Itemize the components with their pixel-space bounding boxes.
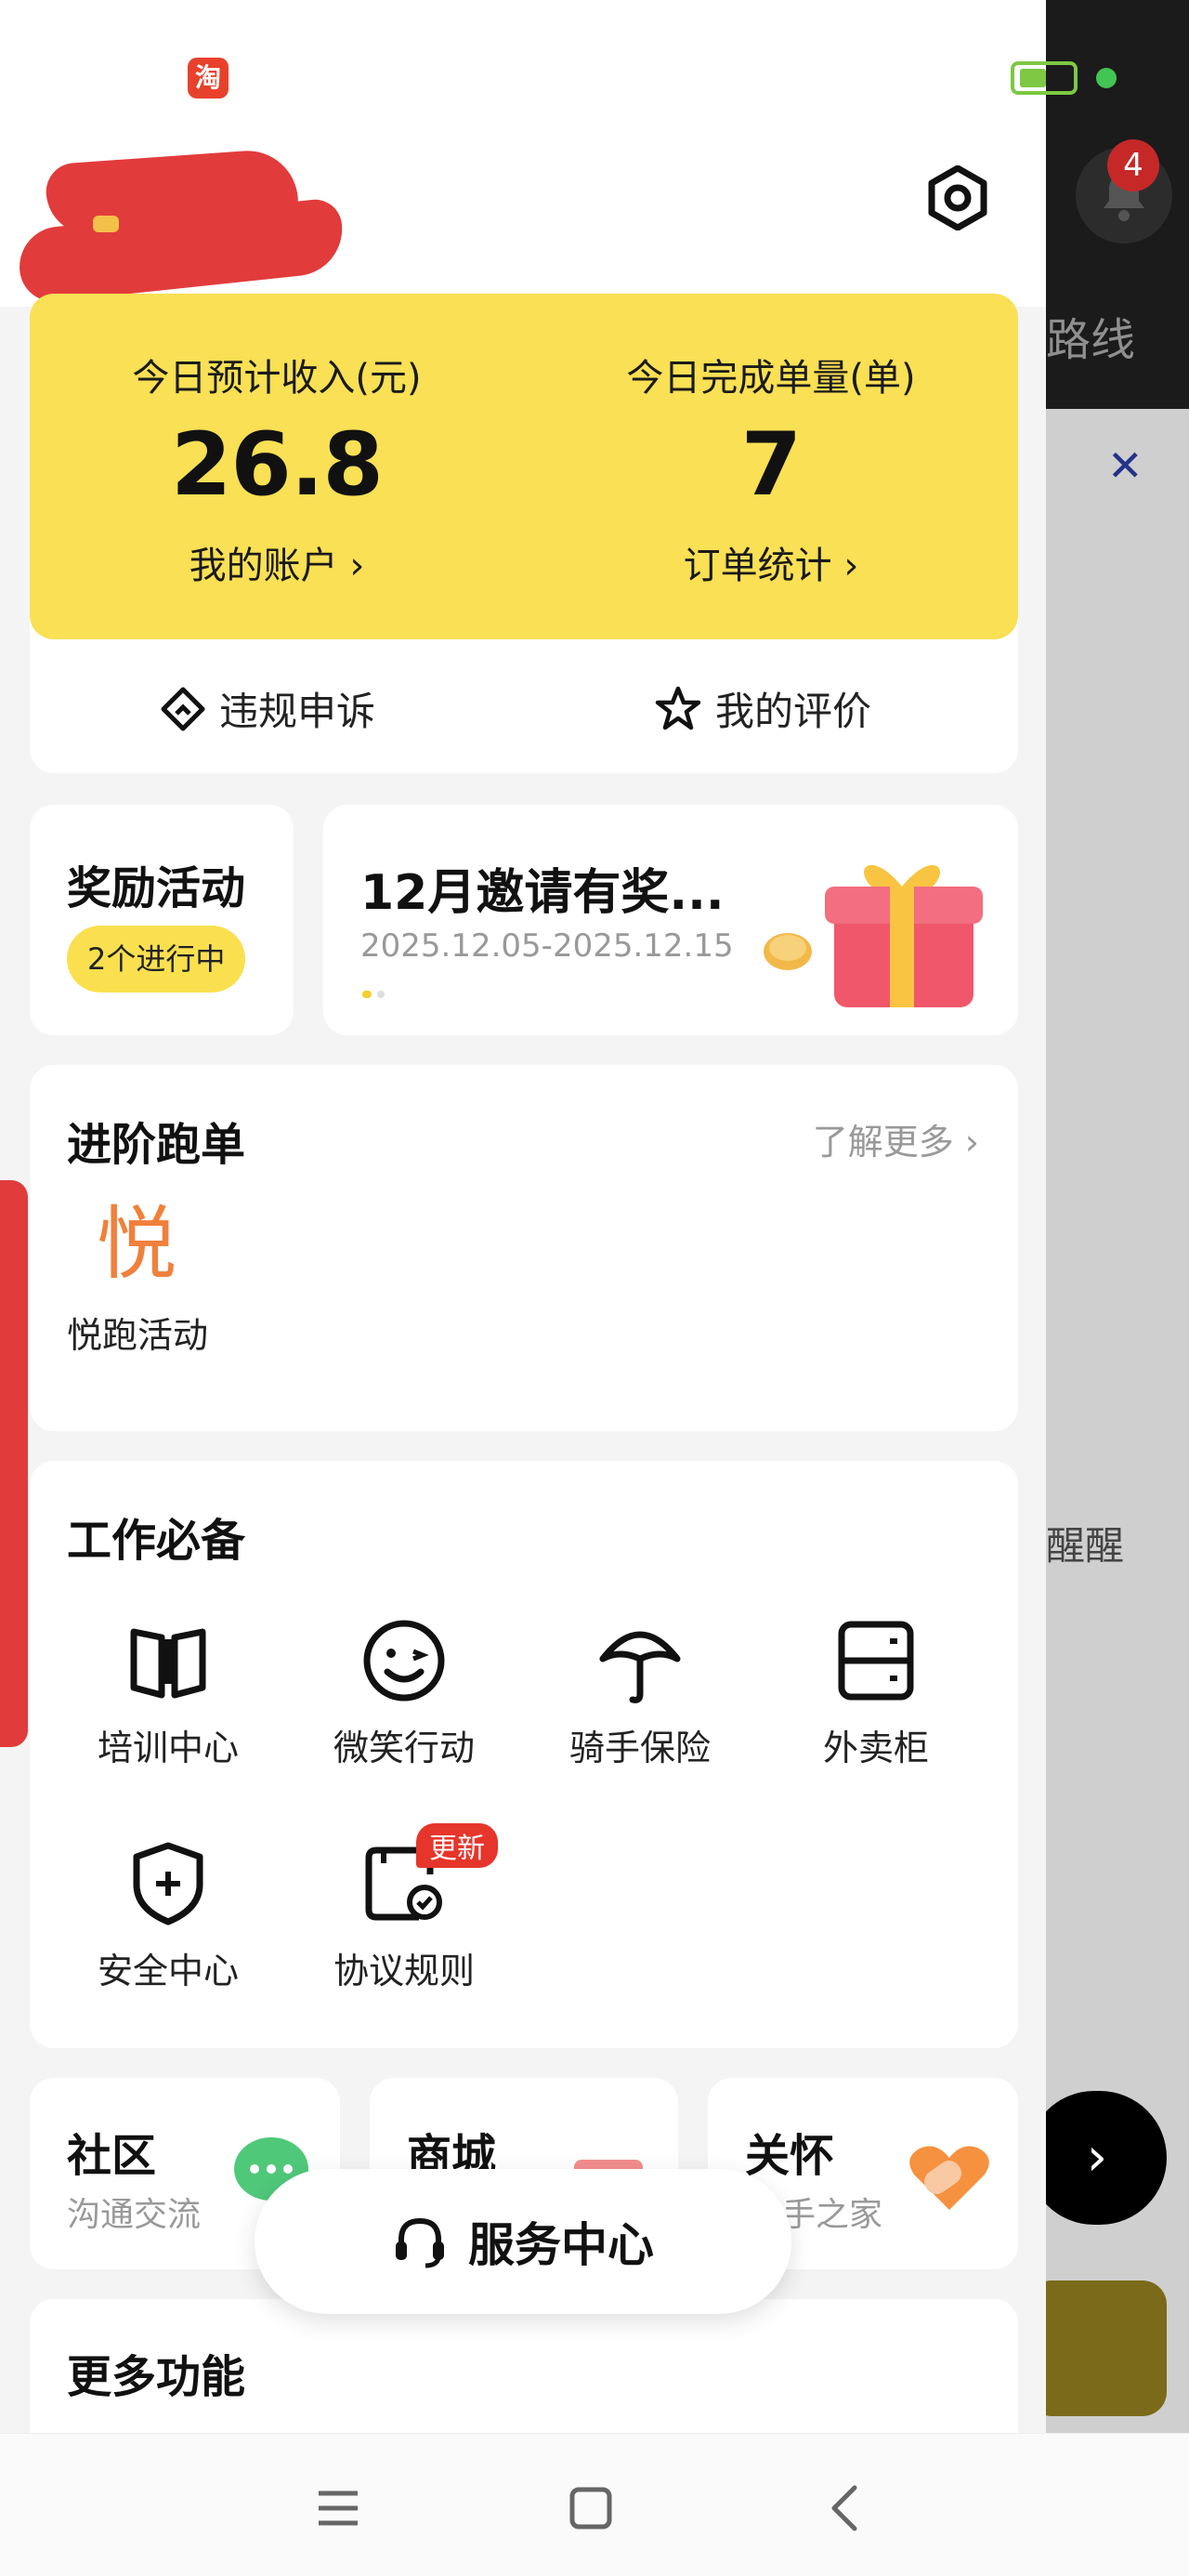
work-essentials-card: 工作必备 培训中心 微笑行动 骑手保险 外卖柜 安全中心 协议规则 更新 (30, 1461, 1018, 2048)
today-income-label: 今日预计收入(元) (132, 357, 422, 400)
home-button[interactable] (554, 2471, 628, 2545)
more-functions-title: 更多功能 (67, 2351, 246, 2403)
menu-icon (319, 2491, 358, 2526)
rewards-title: 奖励活动 (67, 862, 246, 914)
diamond-flag-icon (161, 687, 205, 730)
smile-action-item[interactable]: 微笑行动 (286, 1610, 522, 1770)
reminder-label: 醒醒 (1046, 1523, 1125, 1569)
service-center-label: 服务中心 (468, 2218, 654, 2272)
safety-center-item[interactable]: 安全中心 (50, 1833, 286, 1993)
rewards-count-badge: 2个进行中 (67, 926, 246, 992)
agreement-rules-item[interactable]: 协议规则 更新 (286, 1823, 522, 1993)
carousel-dots (362, 991, 385, 998)
today-income-value: 26.8 (171, 414, 384, 516)
yuepao-activity-item[interactable]: 悦 悦跑活动 (67, 1198, 209, 1358)
work-essentials-title: 工作必备 (67, 1515, 246, 1567)
update-badge: 更新 (416, 1823, 498, 1868)
income-summary-card: 今日预计收入(元) 26.8 我的账户 › 今日完成单量(单) 7 订单统计 › (30, 294, 1018, 639)
smile-icon (363, 1620, 445, 1702)
my-reviews-link[interactable]: 我的评价 (654, 680, 871, 737)
umbrella-icon (599, 1631, 681, 1703)
back-chevron-icon (831, 2485, 857, 2531)
community-subtitle: 沟通交流 (67, 2196, 202, 2234)
yuepao-icon: 悦 (97, 1198, 176, 1291)
promo-title: 12月邀请有奖... (360, 865, 725, 921)
delivery-locker-label: 外卖柜 (822, 1728, 929, 1768)
training-center-label: 培训中心 (97, 1728, 239, 1768)
delivery-locker-item[interactable]: 外卖柜 (758, 1610, 994, 1770)
promo-date: 2025.12.05-2025.12.15 (360, 927, 734, 965)
yuepao-label: 悦跑活动 (67, 1315, 209, 1356)
back-button[interactable] (806, 2471, 881, 2545)
care-title: 关怀 (745, 2130, 835, 2182)
system-navigation-bar (0, 2433, 1189, 2576)
today-orders-label: 今日完成单量(单) (626, 357, 916, 400)
promo-banner[interactable]: 12月邀请有奖... 2025.12.05-2025.12.15 (323, 805, 1018, 1035)
redacted-edge-mark (0, 1180, 28, 1747)
settings-icon[interactable] (925, 165, 990, 230)
care-subtitle: 手之家 (782, 2196, 883, 2234)
safety-center-label: 安全中心 (97, 1951, 239, 1991)
today-orders-value: 7 (740, 414, 802, 516)
rider-insurance-item[interactable]: 骑手保险 (522, 1610, 758, 1770)
my-reviews-label: 我的评价 (715, 689, 872, 734)
notification-count-badge: 4 (1107, 139, 1159, 191)
community-title: 社区 (67, 2130, 157, 2182)
background-action-button[interactable] (1046, 2280, 1167, 2416)
next-arrow-button[interactable]: › (1046, 2091, 1167, 2225)
book-icon (130, 1628, 206, 1699)
appeal-label: 违规申诉 (219, 689, 376, 734)
training-center-item[interactable]: 培训中心 (50, 1610, 286, 1770)
close-icon[interactable]: ✕ (1107, 444, 1143, 487)
battery-icon (1011, 61, 1078, 95)
avatar[interactable] (93, 216, 119, 232)
route-label: 路线 (1046, 314, 1136, 366)
home-square-icon (569, 2487, 612, 2530)
smile-action-label: 微笑行动 (333, 1728, 475, 1768)
side-drawer: 淘 违规申诉 我的评价 今日预计收入(元) 26.8 我的账户 › 今日完成单量… (0, 0, 1046, 2576)
menu-button[interactable] (301, 2471, 375, 2545)
learn-more-link[interactable]: 了解更多 › (813, 1113, 979, 1164)
locker-icon (838, 1621, 914, 1701)
background-app: 4 路线 ✕ 醒醒 › (1046, 0, 1189, 2576)
taobao-app-icon: 淘 (188, 58, 229, 99)
rider-insurance-label: 骑手保险 (568, 1728, 711, 1768)
rewards-card[interactable]: 奖励活动 2个进行中 (30, 805, 294, 1035)
agreement-rules-label: 协议规则 (333, 1951, 475, 1991)
gift-box-icon (764, 864, 983, 1007)
star-icon (655, 686, 701, 729)
order-stats-link[interactable]: 订单统计 › (524, 535, 1018, 589)
shield-plus-icon (133, 1842, 203, 1925)
appeal-link[interactable]: 违规申诉 (160, 680, 375, 737)
advanced-title: 进阶跑单 (67, 1119, 246, 1171)
headset-icon (396, 2217, 444, 2268)
my-account-link[interactable]: 我的账户 › (30, 535, 524, 589)
service-center-button[interactable]: 服务中心 (255, 2169, 791, 2314)
advanced-running-card: 进阶跑单 了解更多 › 悦 悦跑活动 (30, 1065, 1018, 1431)
status-indicator-dot (1096, 68, 1117, 88)
heart-icon (909, 2146, 989, 2210)
